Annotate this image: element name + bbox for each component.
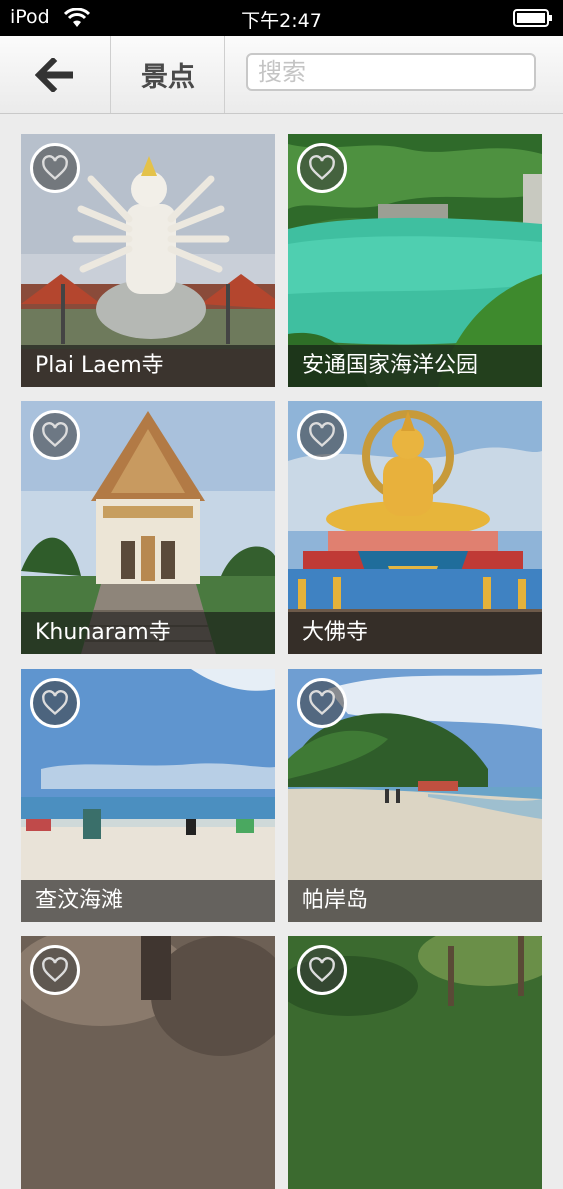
heart-icon — [42, 957, 68, 983]
attraction-card[interactable] — [21, 936, 275, 1189]
attraction-name: 查汶海滩 — [21, 880, 275, 922]
attraction-card[interactable]: 查汶海滩 — [21, 669, 275, 922]
heart-icon — [309, 957, 335, 983]
heart-icon — [309, 690, 335, 716]
attraction-card[interactable]: Khunaram寺 — [21, 401, 275, 654]
favorite-button[interactable] — [30, 410, 80, 460]
attraction-card[interactable] — [288, 936, 542, 1189]
heart-icon — [309, 422, 335, 448]
attraction-name: Khunaram寺 — [21, 612, 275, 654]
status-bar: iPod 下午2:47 — [0, 0, 563, 36]
attraction-name: 安通国家海洋公园 — [288, 345, 542, 387]
favorite-button[interactable] — [297, 678, 347, 728]
attraction-grid: Plai Laem寺 安通国家海洋公园 Khunaram寺 大佛寺 查汶海滩 帕… — [0, 113, 563, 1189]
heart-icon — [42, 155, 68, 181]
back-button[interactable] — [0, 36, 111, 113]
favorite-button[interactable] — [30, 945, 80, 995]
attraction-name: 大佛寺 — [288, 612, 542, 654]
attraction-card[interactable]: 大佛寺 — [288, 401, 542, 654]
search-input[interactable] — [246, 53, 536, 91]
heart-icon — [42, 422, 68, 448]
favorite-button[interactable] — [297, 945, 347, 995]
attraction-card[interactable]: Plai Laem寺 — [21, 134, 275, 387]
heart-icon — [309, 155, 335, 181]
favorite-button[interactable] — [30, 143, 80, 193]
favorite-button[interactable] — [30, 678, 80, 728]
status-time: 下午2:47 — [241, 10, 322, 32]
attraction-name: Plai Laem寺 — [21, 345, 275, 387]
favorite-button[interactable] — [297, 143, 347, 193]
battery-icon — [513, 9, 552, 27]
favorite-button[interactable] — [297, 410, 347, 460]
back-arrow-icon — [35, 57, 73, 92]
heart-icon — [42, 690, 68, 716]
navigation-bar: 景点 — [0, 36, 563, 114]
attraction-name: 帕岸岛 — [288, 880, 542, 922]
attraction-card[interactable]: 安通国家海洋公园 — [288, 134, 542, 387]
page-title: 景点 — [112, 36, 225, 113]
attraction-card[interactable]: 帕岸岛 — [288, 669, 542, 922]
